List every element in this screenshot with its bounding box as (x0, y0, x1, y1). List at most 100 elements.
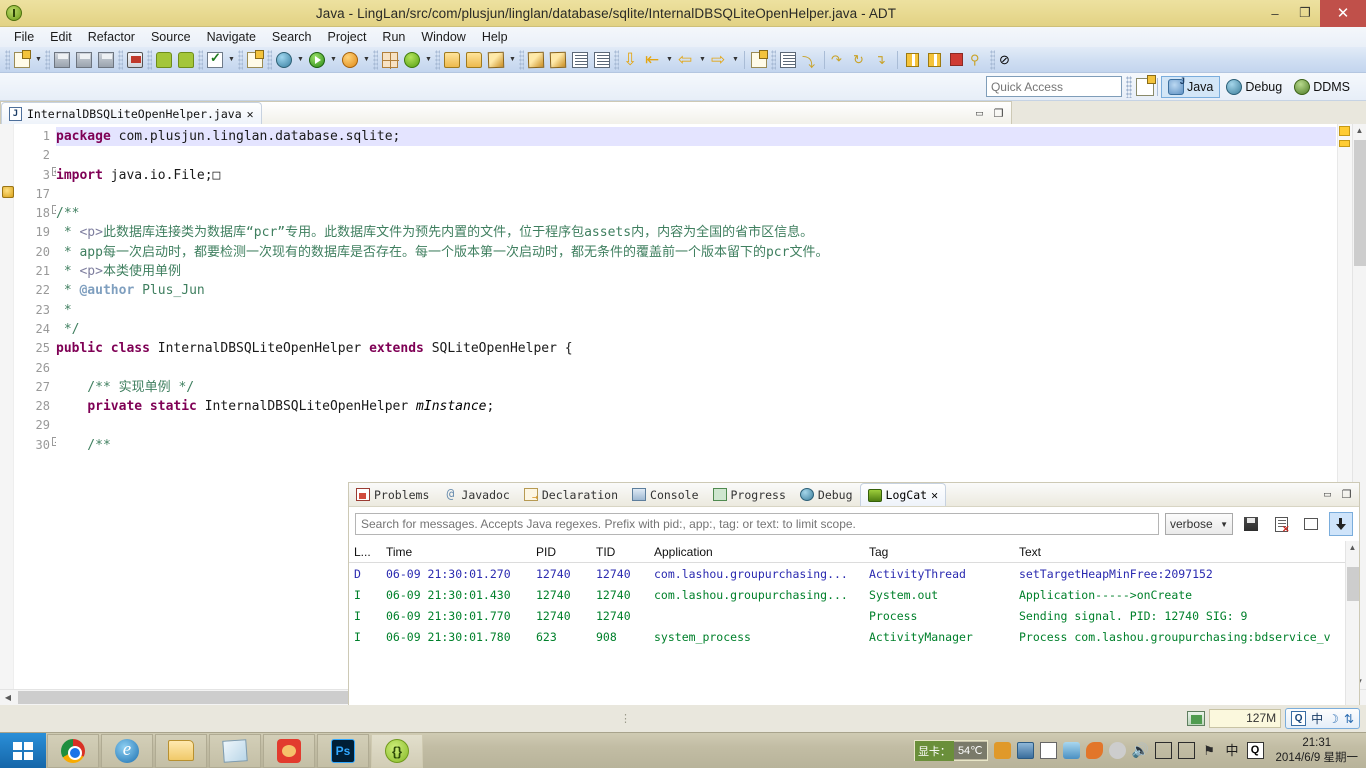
screenshot-icon[interactable] (1062, 742, 1080, 759)
taskbar-item-notepad[interactable] (209, 733, 261, 768)
menu-run[interactable]: Run (374, 28, 413, 46)
radio-icon[interactable] (1016, 742, 1034, 759)
code-line[interactable]: * <p>本类使用单例 (56, 262, 1336, 281)
step-into-button[interactable]: ↷ (828, 49, 850, 71)
code-line[interactable] (56, 146, 1336, 165)
code-line[interactable]: /** (56, 204, 1336, 223)
minimize-button[interactable]: – (1260, 0, 1290, 27)
tray-ime-logo[interactable]: Q (1246, 742, 1264, 759)
step-return-button[interactable]: ⤵ (799, 49, 821, 71)
forward-button[interactable]: ⇨ (708, 49, 730, 71)
tab-console[interactable]: Console (625, 483, 705, 506)
display-saved-log-button[interactable] (1299, 512, 1323, 536)
code-line[interactable]: * (56, 301, 1336, 320)
search-button[interactable] (525, 49, 547, 71)
menu-project[interactable]: Project (320, 28, 375, 46)
menu-help[interactable]: Help (474, 28, 516, 46)
new-android-project-button[interactable] (244, 49, 266, 71)
code-line[interactable]: * app每一次启动时，都要检测一次现有的数据库是否存在。每一个版本第一次启动时… (56, 243, 1336, 262)
debug-dropdown[interactable]: ▼ (295, 49, 306, 71)
resume-button[interactable] (901, 49, 923, 71)
tab-progress[interactable]: Progress (706, 483, 793, 506)
minimize-button[interactable]: ▭ (1319, 486, 1336, 503)
perspective-ddms[interactable]: DDMS (1288, 77, 1356, 97)
maximize-button[interactable]: ❐ (990, 105, 1007, 122)
taskbar-item-file-explorer[interactable] (155, 733, 207, 768)
taskbar-clock[interactable]: 21:31 2014/6/9 星期一 (1270, 736, 1358, 766)
annotate-dropdown[interactable]: ▼ (507, 49, 518, 71)
save-log-button[interactable] (1239, 512, 1263, 536)
heap-status-icon[interactable] (1187, 711, 1206, 726)
taskbar-item-internet-explorer[interactable]: e (101, 733, 153, 768)
close-icon[interactable]: ✕ (931, 488, 938, 502)
open-type-button[interactable] (441, 49, 463, 71)
clear-log-button[interactable] (1269, 512, 1293, 536)
code-line[interactable]: /** 实现单例 */ (56, 378, 1336, 397)
open-task-button[interactable] (463, 49, 485, 71)
code-line[interactable]: * <p>此数据库连接类为数据库“pcr”专用。此数据库文件为预先内置的文件，位… (56, 223, 1336, 242)
battery-icon[interactable] (1154, 742, 1172, 759)
tab-declaration[interactable]: Declaration (517, 483, 625, 506)
tab-javadoc[interactable]: @ Javadoc (436, 483, 516, 506)
save-all-button[interactable] (73, 49, 95, 71)
annotate-button[interactable] (485, 49, 507, 71)
network-icon[interactable] (1177, 742, 1195, 759)
ime-settings-icon[interactable]: ⇅ (1344, 712, 1354, 726)
external-tools-dropdown[interactable]: ▼ (361, 49, 372, 71)
moon-icon[interactable]: ☽ (1328, 712, 1339, 726)
menu-source[interactable]: Source (143, 28, 199, 46)
code-line[interactable] (56, 185, 1336, 204)
new-wizard-button[interactable] (11, 49, 33, 71)
maximize-button[interactable]: ❐ (1338, 486, 1355, 503)
close-button[interactable]: ✕ (1320, 0, 1366, 27)
scroll-left-icon[interactable]: ◀ (0, 690, 16, 706)
run-button[interactable] (306, 49, 328, 71)
log-level-select[interactable]: verbose ▼ (1165, 513, 1233, 535)
annotation-ruler[interactable] (0, 124, 14, 689)
toggle-mark-occurrences-button[interactable] (591, 49, 613, 71)
new-java-package-button[interactable] (379, 49, 401, 71)
menu-search[interactable]: Search (264, 28, 320, 46)
new-class-dropdown[interactable]: ▼ (423, 49, 434, 71)
ime-toolbar[interactable]: Q 中 ☽ ⇅ (1285, 708, 1360, 729)
gpu-temperature-badge[interactable]: 显卡： 54℃ (913, 740, 988, 761)
perspective-debug[interactable]: Debug (1220, 77, 1288, 97)
grid-icon[interactable] (1039, 742, 1057, 759)
tab-problems[interactable]: Problems (349, 483, 436, 506)
android-sdk-manager-button[interactable] (124, 49, 146, 71)
ime-logo-icon[interactable]: Q (1291, 711, 1307, 726)
column-header[interactable]: L... (349, 545, 381, 559)
antivirus-icon[interactable] (993, 742, 1011, 759)
terminate-button[interactable] (945, 49, 967, 71)
back-dropdown[interactable]: ▼ (697, 49, 708, 71)
forward-dropdown[interactable]: ▼ (730, 49, 741, 71)
warning-marker-icon[interactable] (2, 186, 14, 198)
lint-dropdown[interactable]: ▼ (226, 49, 237, 71)
ime-mode-label[interactable]: 中 (1311, 710, 1323, 727)
log-row[interactable]: D 06-09 21:30:01.270 12740 12740 com.lashou.… (349, 563, 1359, 584)
scroll-up-icon[interactable]: ▲ (1353, 124, 1366, 138)
vscroll-thumb[interactable] (1347, 567, 1359, 601)
column-header[interactable]: Tag (864, 545, 1014, 559)
show-whitespace-button[interactable] (569, 49, 591, 71)
minimize-button[interactable]: ▭ (971, 105, 988, 122)
new-wizard-dropdown[interactable]: ▼ (33, 49, 44, 71)
menu-window[interactable]: Window (413, 28, 473, 46)
vscroll-thumb[interactable] (1354, 140, 1366, 266)
avd-manager-button[interactable] (153, 49, 175, 71)
run-dropdown[interactable]: ▼ (328, 49, 339, 71)
close-icon[interactable]: ✕ (247, 107, 254, 121)
taskbar-item-json-tool[interactable]: {} (371, 733, 423, 768)
volume-icon[interactable]: 🔊 (1132, 742, 1149, 759)
open-perspective-button[interactable] (1135, 74, 1156, 96)
scroll-lock-button[interactable] (1329, 512, 1353, 536)
print-button[interactable] (95, 49, 117, 71)
status-resize-handle[interactable]: ⋮ (620, 712, 633, 725)
taskbar-item-bull-app[interactable] (263, 733, 315, 768)
disconnect-button[interactable]: ⚲ (967, 49, 989, 71)
quick-access-input[interactable] (985, 76, 1122, 97)
no-entry-button[interactable]: ⊘ (996, 49, 1018, 71)
tray-ime-mode[interactable]: 中 (1224, 742, 1241, 759)
perspective-java[interactable]: Java (1160, 75, 1221, 98)
code-line[interactable]: * @author Plus_Jun (56, 281, 1336, 300)
